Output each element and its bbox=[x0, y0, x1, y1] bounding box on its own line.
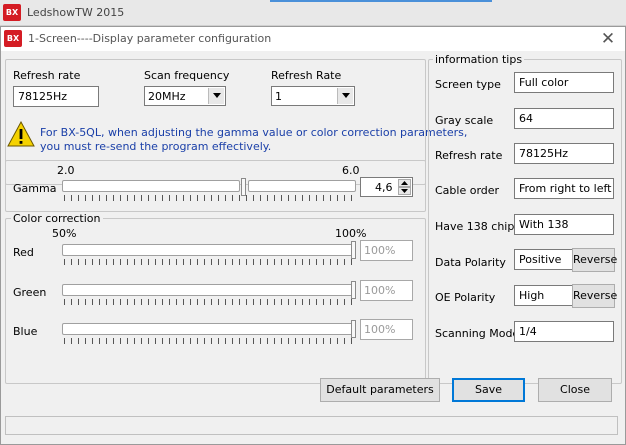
cable-order-label: Cable order bbox=[435, 184, 500, 197]
gamma-max-label: 6.0 bbox=[342, 164, 360, 177]
chip138-field[interactable]: With 138 bbox=[514, 214, 614, 235]
dialog-logo-icon: BX bbox=[4, 30, 22, 47]
green-slider-thumb[interactable] bbox=[351, 281, 356, 299]
blue-slider-track[interactable] bbox=[62, 323, 353, 335]
gamma-value-field[interactable]: 4,6 bbox=[360, 177, 413, 197]
color-min-label: 50% bbox=[52, 227, 77, 240]
green-slider-track[interactable] bbox=[62, 284, 353, 296]
save-button[interactable]: Save bbox=[452, 378, 525, 402]
color-correction-legend: Color correction bbox=[11, 212, 103, 225]
blue-slider-thumb[interactable] bbox=[351, 320, 356, 338]
gamma-slider-ticks bbox=[64, 195, 356, 201]
dialog-title-bar: BX 1-Screen----Display parameter configu… bbox=[1, 27, 625, 51]
display-parameter-dialog: BX 1-Screen----Display parameter configu… bbox=[0, 26, 626, 445]
blue-label: Blue bbox=[13, 325, 38, 338]
gamma-min-label: 2.0 bbox=[57, 164, 75, 177]
blue-value-field[interactable]: 100% bbox=[360, 319, 413, 340]
app-title: LedshowTW 2015 bbox=[27, 6, 125, 19]
red-slider-ticks bbox=[64, 259, 353, 265]
chip138-label: Have 138 chip bbox=[435, 220, 515, 233]
info-refresh-rate-label: Refresh rate bbox=[435, 149, 503, 162]
info-refresh-rate-field[interactable]: 78125Hz bbox=[514, 143, 614, 164]
scan-frequency-label: Scan frequency bbox=[144, 69, 230, 82]
red-label: Red bbox=[13, 246, 34, 259]
red-slider-thumb[interactable] bbox=[351, 241, 356, 259]
red-slider-track[interactable] bbox=[62, 244, 353, 256]
default-parameters-button[interactable]: Default parameters bbox=[320, 378, 440, 402]
data-polarity-field[interactable]: Positive bbox=[514, 249, 573, 270]
dialog-title: 1-Screen----Display parameter configurat… bbox=[28, 32, 272, 45]
warning-line-2: you must re-send the program effectively… bbox=[40, 140, 272, 153]
close-icon[interactable]: ✕ bbox=[597, 29, 619, 49]
scan-frequency-value: 20MHz bbox=[148, 90, 186, 103]
screen-type-field[interactable]: Full color bbox=[514, 72, 614, 93]
gamma-label: Gamma bbox=[13, 182, 57, 195]
green-value-field[interactable]: 100% bbox=[360, 280, 413, 301]
data-polarity-label: Data Polarity bbox=[435, 256, 506, 269]
spin-down-icon[interactable] bbox=[398, 187, 411, 195]
chevron-down-icon[interactable] bbox=[208, 88, 224, 104]
scan-frequency-select[interactable]: 20MHz bbox=[144, 86, 226, 106]
green-label: Green bbox=[13, 286, 47, 299]
gamma-slider-track-left[interactable] bbox=[62, 180, 240, 192]
color-max-label: 100% bbox=[335, 227, 367, 240]
data-polarity-reverse-button[interactable]: Reverse bbox=[572, 248, 617, 272]
warning-line-1: For BX-5QL, when adjusting the gamma val… bbox=[40, 126, 468, 139]
warning-icon bbox=[7, 120, 35, 147]
refresh-rate-field[interactable]: 78125Hz bbox=[13, 86, 99, 107]
blue-slider-ticks bbox=[64, 338, 353, 344]
status-bar bbox=[5, 416, 618, 435]
gamma-value: 4,6 bbox=[375, 181, 393, 194]
refresh-rate-2-label: Refresh Rate bbox=[271, 69, 342, 82]
gamma-slider-thumb[interactable] bbox=[241, 178, 246, 196]
oe-polarity-label: OE Polarity bbox=[435, 291, 496, 304]
close-button[interactable]: Close bbox=[538, 378, 612, 402]
gray-scale-label: Gray scale bbox=[435, 114, 494, 127]
scanning-mode-label: Scanning Mode bbox=[435, 327, 520, 340]
screen-type-label: Screen type bbox=[435, 78, 501, 91]
refresh-rate-select-value: 1 bbox=[275, 90, 282, 103]
oe-polarity-reverse-button[interactable]: Reverse bbox=[572, 284, 617, 308]
green-slider-ticks bbox=[64, 299, 353, 305]
refresh-rate-select[interactable]: 1 bbox=[271, 86, 355, 106]
spin-up-icon[interactable] bbox=[398, 179, 411, 187]
scanning-mode-field[interactable]: 1/4 bbox=[514, 321, 614, 342]
red-value-field[interactable]: 100% bbox=[360, 240, 413, 261]
app-logo-icon: BX bbox=[3, 4, 21, 21]
refresh-rate-label: Refresh rate bbox=[13, 69, 81, 82]
cable-order-field[interactable]: From right to left bbox=[514, 178, 614, 199]
oe-polarity-field[interactable]: High bbox=[514, 285, 573, 306]
app-accent-line bbox=[270, 0, 492, 2]
gamma-slider-track-right[interactable] bbox=[248, 180, 356, 192]
chevron-down-icon[interactable] bbox=[337, 88, 353, 104]
gray-scale-field[interactable]: 64 bbox=[514, 108, 614, 129]
information-tips-legend: information tips bbox=[433, 53, 525, 66]
app-title-bar: BX LedshowTW 2015 bbox=[0, 0, 626, 26]
